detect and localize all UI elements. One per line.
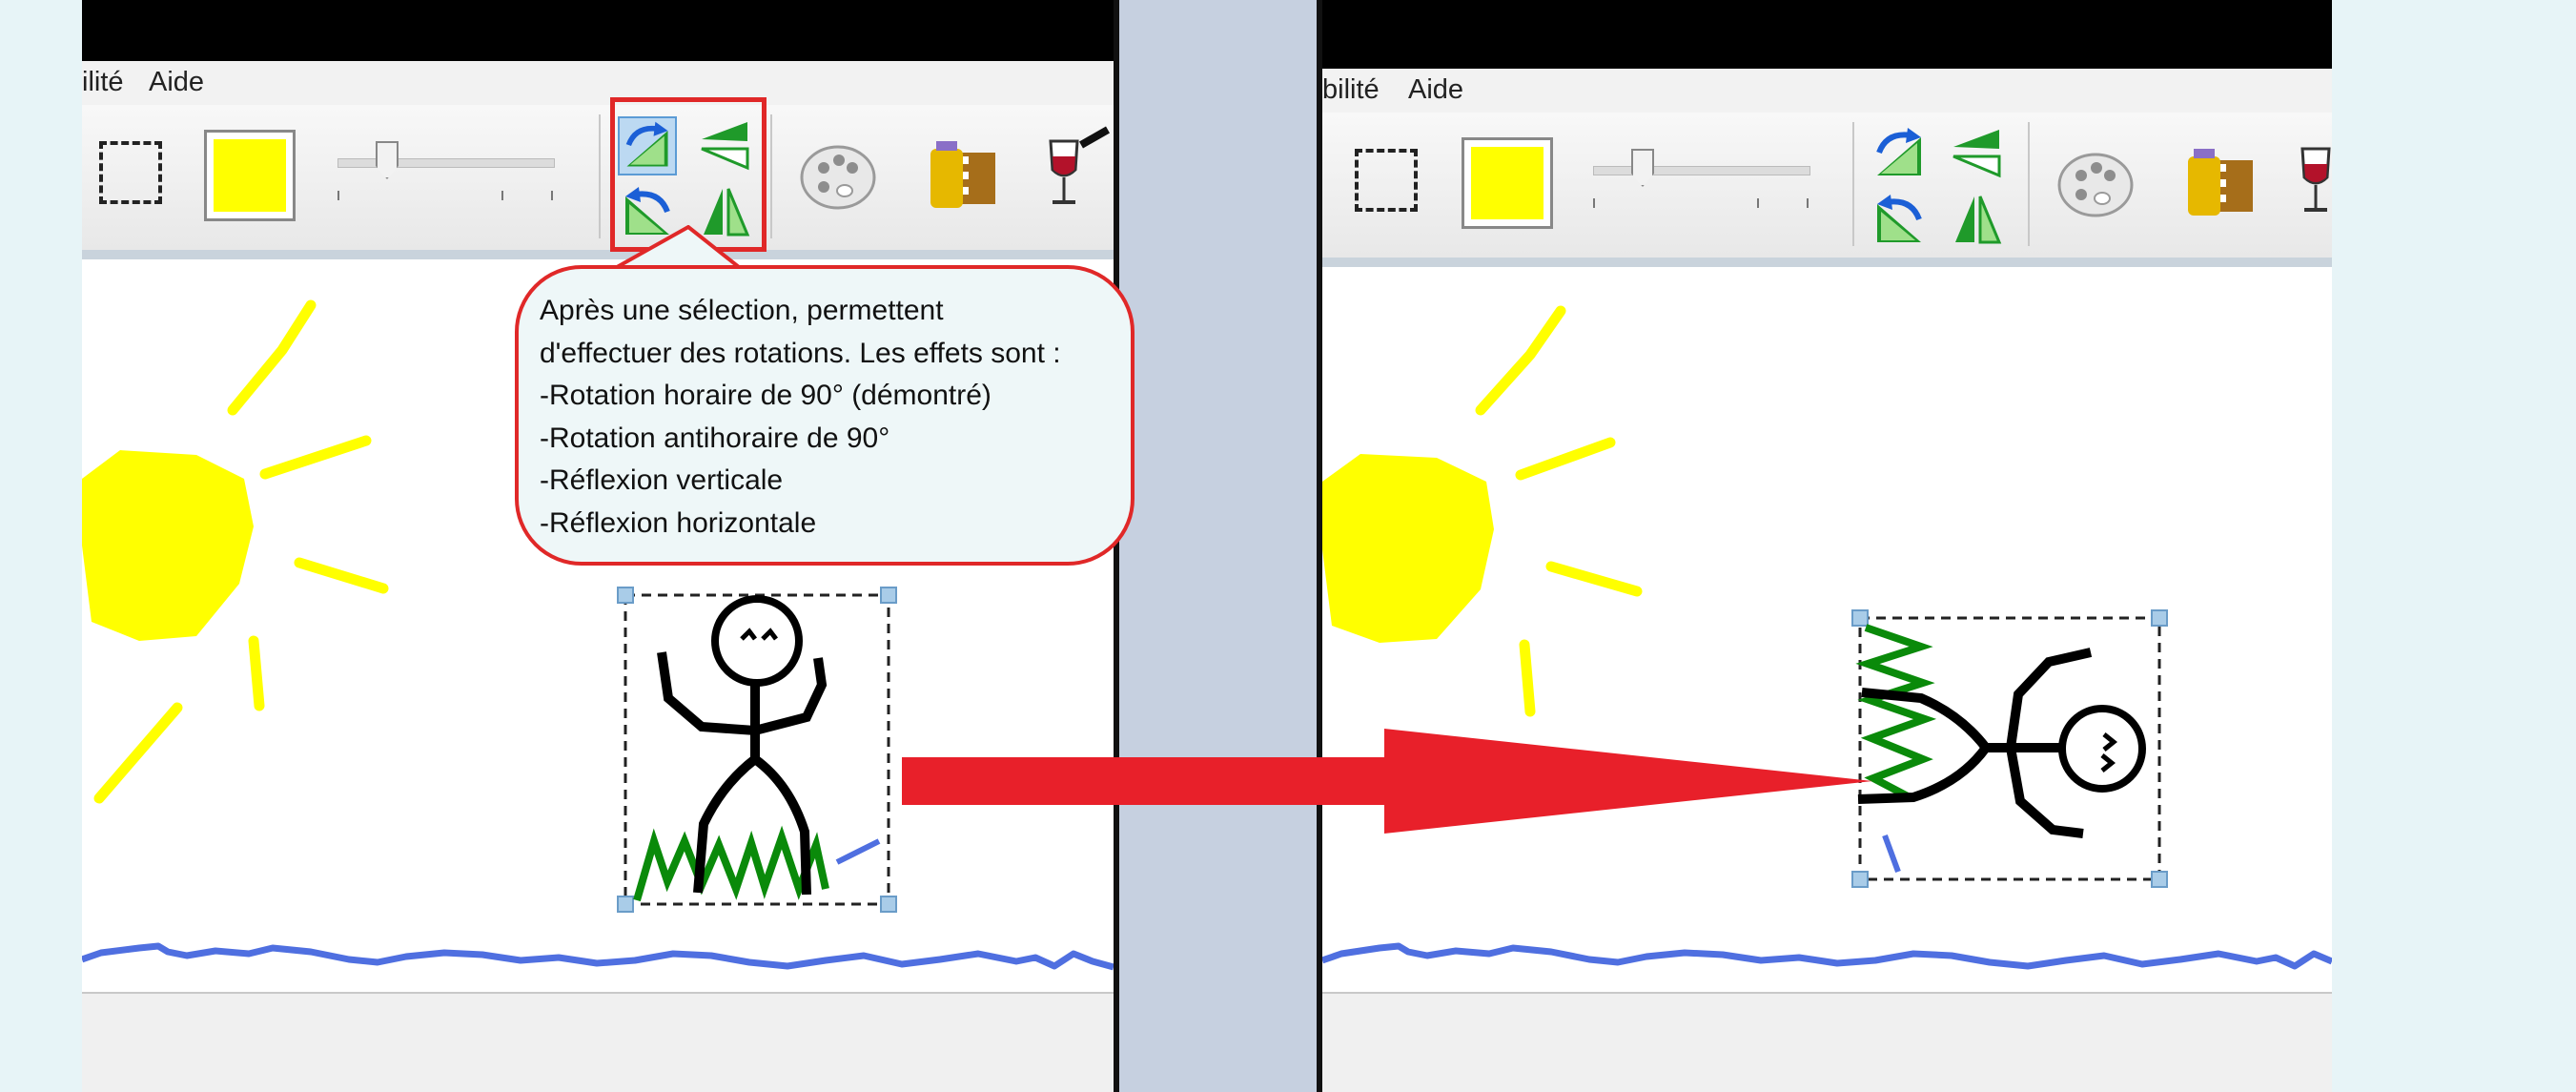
explanation-callout: Après une sélection, permettent d'effect…: [515, 265, 1135, 566]
status-bar: [1322, 992, 2332, 1092]
toolbar-separator: [2028, 122, 2030, 246]
film-roll-icon[interactable]: [2177, 141, 2262, 227]
color-swatch: [1471, 147, 1544, 219]
transition-arrow-icon: [902, 729, 1872, 834]
palette-icon[interactable]: [2053, 139, 2138, 225]
callout-line: -Rotation antihoraire de 90°: [540, 422, 890, 454]
toolbar-separator: [599, 114, 601, 238]
select-rectangle-icon[interactable]: [1355, 149, 1418, 212]
rotate-counterclockwise-icon[interactable]: [1870, 191, 1929, 250]
wine-glass-icon[interactable]: [1033, 126, 1114, 212]
toolbar-separator: [1852, 122, 1854, 246]
slider-tick: [501, 191, 503, 200]
slider-track: [337, 158, 555, 168]
comparison-scene: ilité Aide bilité Aide Après une sélecti…: [0, 0, 2576, 1092]
current-color-button[interactable]: [204, 130, 296, 221]
toolbar: [82, 105, 1114, 259]
menu-bar: bilité Aide: [1322, 69, 2332, 113]
toolbar-separator: [770, 114, 772, 238]
title-bar: [1322, 0, 2332, 69]
rotate-clockwise-icon[interactable]: [1870, 124, 1929, 183]
callout-pointer: [610, 225, 744, 271]
brush-size-slider[interactable]: [1593, 149, 1810, 208]
menu-item-accessibility[interactable]: ilité: [82, 67, 124, 98]
toolbar: [1322, 113, 2332, 267]
menu-item-help[interactable]: Aide: [1408, 74, 1463, 106]
slider-thumb[interactable]: [376, 141, 399, 179]
current-color-button[interactable]: [1462, 137, 1553, 229]
slider-thumb[interactable]: [1631, 149, 1654, 187]
paint-window-after: bilité Aide: [1322, 0, 2332, 1092]
color-swatch: [214, 139, 286, 212]
title-bar: [82, 0, 1114, 61]
menu-item-help[interactable]: Aide: [149, 67, 204, 98]
flip-horizontal-icon[interactable]: [1948, 191, 2007, 250]
slider-tick: [551, 191, 553, 200]
select-rectangle-icon[interactable]: [99, 141, 162, 204]
menu-bar: ilité Aide: [82, 61, 1114, 105]
separator-gap: [1119, 0, 1317, 1092]
drawing-canvas[interactable]: [1322, 267, 2332, 992]
slider-tick: [1807, 198, 1809, 208]
slider-tick: [1757, 198, 1759, 208]
callout-line: -Rotation horaire de 90° (démontré): [540, 380, 992, 411]
status-bar: [82, 992, 1114, 1092]
brush-size-slider[interactable]: [337, 141, 555, 200]
flip-vertical-icon[interactable]: [1948, 124, 2007, 183]
wine-glass-icon[interactable]: [2285, 134, 2332, 219]
slider-tick: [337, 191, 339, 200]
slider-tick: [1593, 198, 1595, 208]
menu-item-accessibility[interactable]: bilité: [1322, 74, 1380, 106]
slider-track: [1593, 166, 1810, 175]
film-roll-icon[interactable]: [919, 134, 1005, 219]
callout-line: d'effectuer des rotations. Les effets so…: [540, 337, 1061, 369]
callout-line: -Réflexion horizontale: [540, 506, 817, 539]
callout-line: -Réflexion verticale: [540, 464, 784, 496]
palette-icon[interactable]: [795, 132, 881, 217]
callout-line: Après une sélection, permettent: [540, 295, 944, 326]
